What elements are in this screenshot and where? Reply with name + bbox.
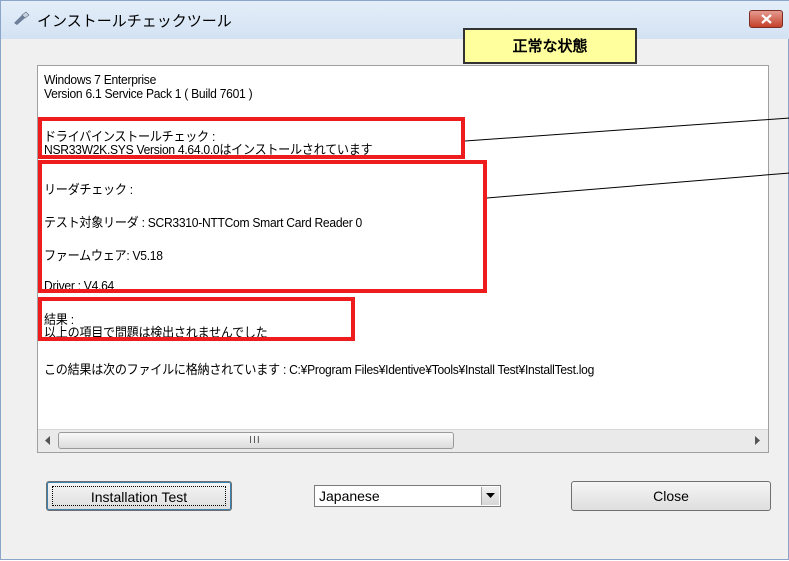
language-dropdown-button[interactable] <box>481 487 499 505</box>
arrow-right-icon[interactable] <box>754 436 760 445</box>
installation-test-button[interactable]: Installation Test <box>46 481 232 511</box>
status-label: 正常な状態 <box>463 28 637 64</box>
language-value: Japanese <box>319 488 380 504</box>
language-select[interactable]: Japanese <box>314 485 501 507</box>
callout-lines <box>464 117 789 199</box>
install-check-window: インストールチェックツール Windows 7 Enterprise Versi… <box>0 0 789 560</box>
scrollbar-grip: III <box>249 435 261 446</box>
callout-line-reader <box>486 172 789 199</box>
scrollbar-thumb[interactable]: III <box>58 432 454 449</box>
arrow-left-icon[interactable] <box>45 436 51 445</box>
callout-line-driver <box>464 117 789 142</box>
horizontal-scrollbar[interactable]: III <box>38 429 768 452</box>
installation-test-label: Installation Test <box>52 486 226 506</box>
close-button[interactable]: Close <box>571 481 771 511</box>
chevron-down-icon <box>486 493 495 498</box>
